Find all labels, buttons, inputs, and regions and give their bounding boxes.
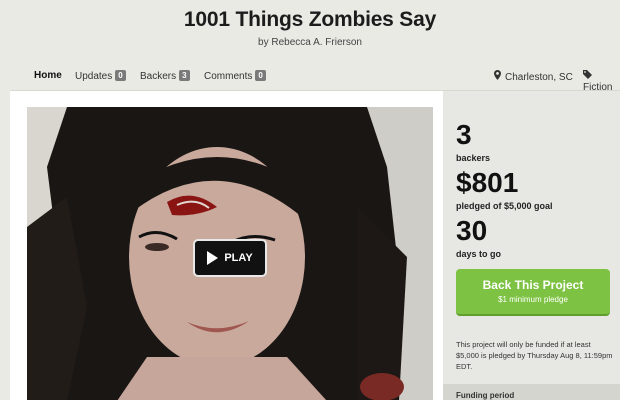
backers-count: 3 — [456, 119, 472, 150]
stats-sidebar: 3 backers $801 pledged of $5,000 goal 30… — [443, 91, 620, 400]
tab-backers[interactable]: Backers 3 — [140, 70, 190, 90]
page-title: 1001 Things Zombies Say — [183, 8, 437, 31]
tab-updates[interactable]: Updates 0 — [75, 70, 126, 90]
location-label: Charleston, SC — [505, 72, 573, 83]
project-header: 1001 Things Zombies Say by Rebecca A. Fr… — [0, 0, 620, 60]
project-nav: Home Updates 0 Backers 3 Comments 0 Charles… — [0, 64, 620, 93]
minimum-pledge-text: $1 minimum pledge — [498, 295, 568, 304]
pledged-label: pledged of $5,000 goal — [456, 201, 553, 211]
comments-count-badge: 0 — [255, 70, 266, 81]
pledged-amount: $801 — [456, 167, 519, 198]
location-link[interactable]: Charleston, SC — [494, 70, 573, 83]
tag-icon — [583, 70, 592, 82]
project-video[interactable]: PLAY — [27, 107, 433, 400]
tab-backers-label: Backers — [140, 71, 177, 82]
back-button-label: Back This Project — [482, 278, 584, 292]
updates-count-badge: 0 — [115, 70, 126, 81]
backers-label: backers — [456, 153, 491, 163]
tab-comments[interactable]: Comments 0 — [204, 70, 266, 90]
back-this-project-button[interactable]: Back This Project $1 minimum pledge — [456, 269, 610, 316]
map-pin-icon — [494, 70, 501, 83]
tab-home[interactable]: Home — [32, 70, 64, 93]
funding-period-section: Funding period — [443, 384, 620, 400]
funding-note: This project will only be funded if at l… — [456, 340, 613, 371]
play-button[interactable]: PLAY — [193, 239, 267, 277]
project-main-panel: PLAY 3 backers $801 pledged of $5,000 go… — [10, 90, 620, 400]
funding-period-label: Funding period — [456, 391, 515, 400]
backers-count-badge: 3 — [179, 70, 190, 81]
tab-home-label: Home — [34, 70, 62, 81]
creator-byline[interactable]: by Rebecca A. Frierson — [0, 37, 620, 48]
play-icon — [207, 251, 219, 265]
tab-updates-label: Updates — [75, 71, 113, 82]
play-label: PLAY — [224, 252, 253, 264]
tab-comments-label: Comments — [204, 71, 253, 82]
days-to-go-count: 30 — [456, 215, 488, 246]
days-to-go-label: days to go — [456, 249, 502, 259]
